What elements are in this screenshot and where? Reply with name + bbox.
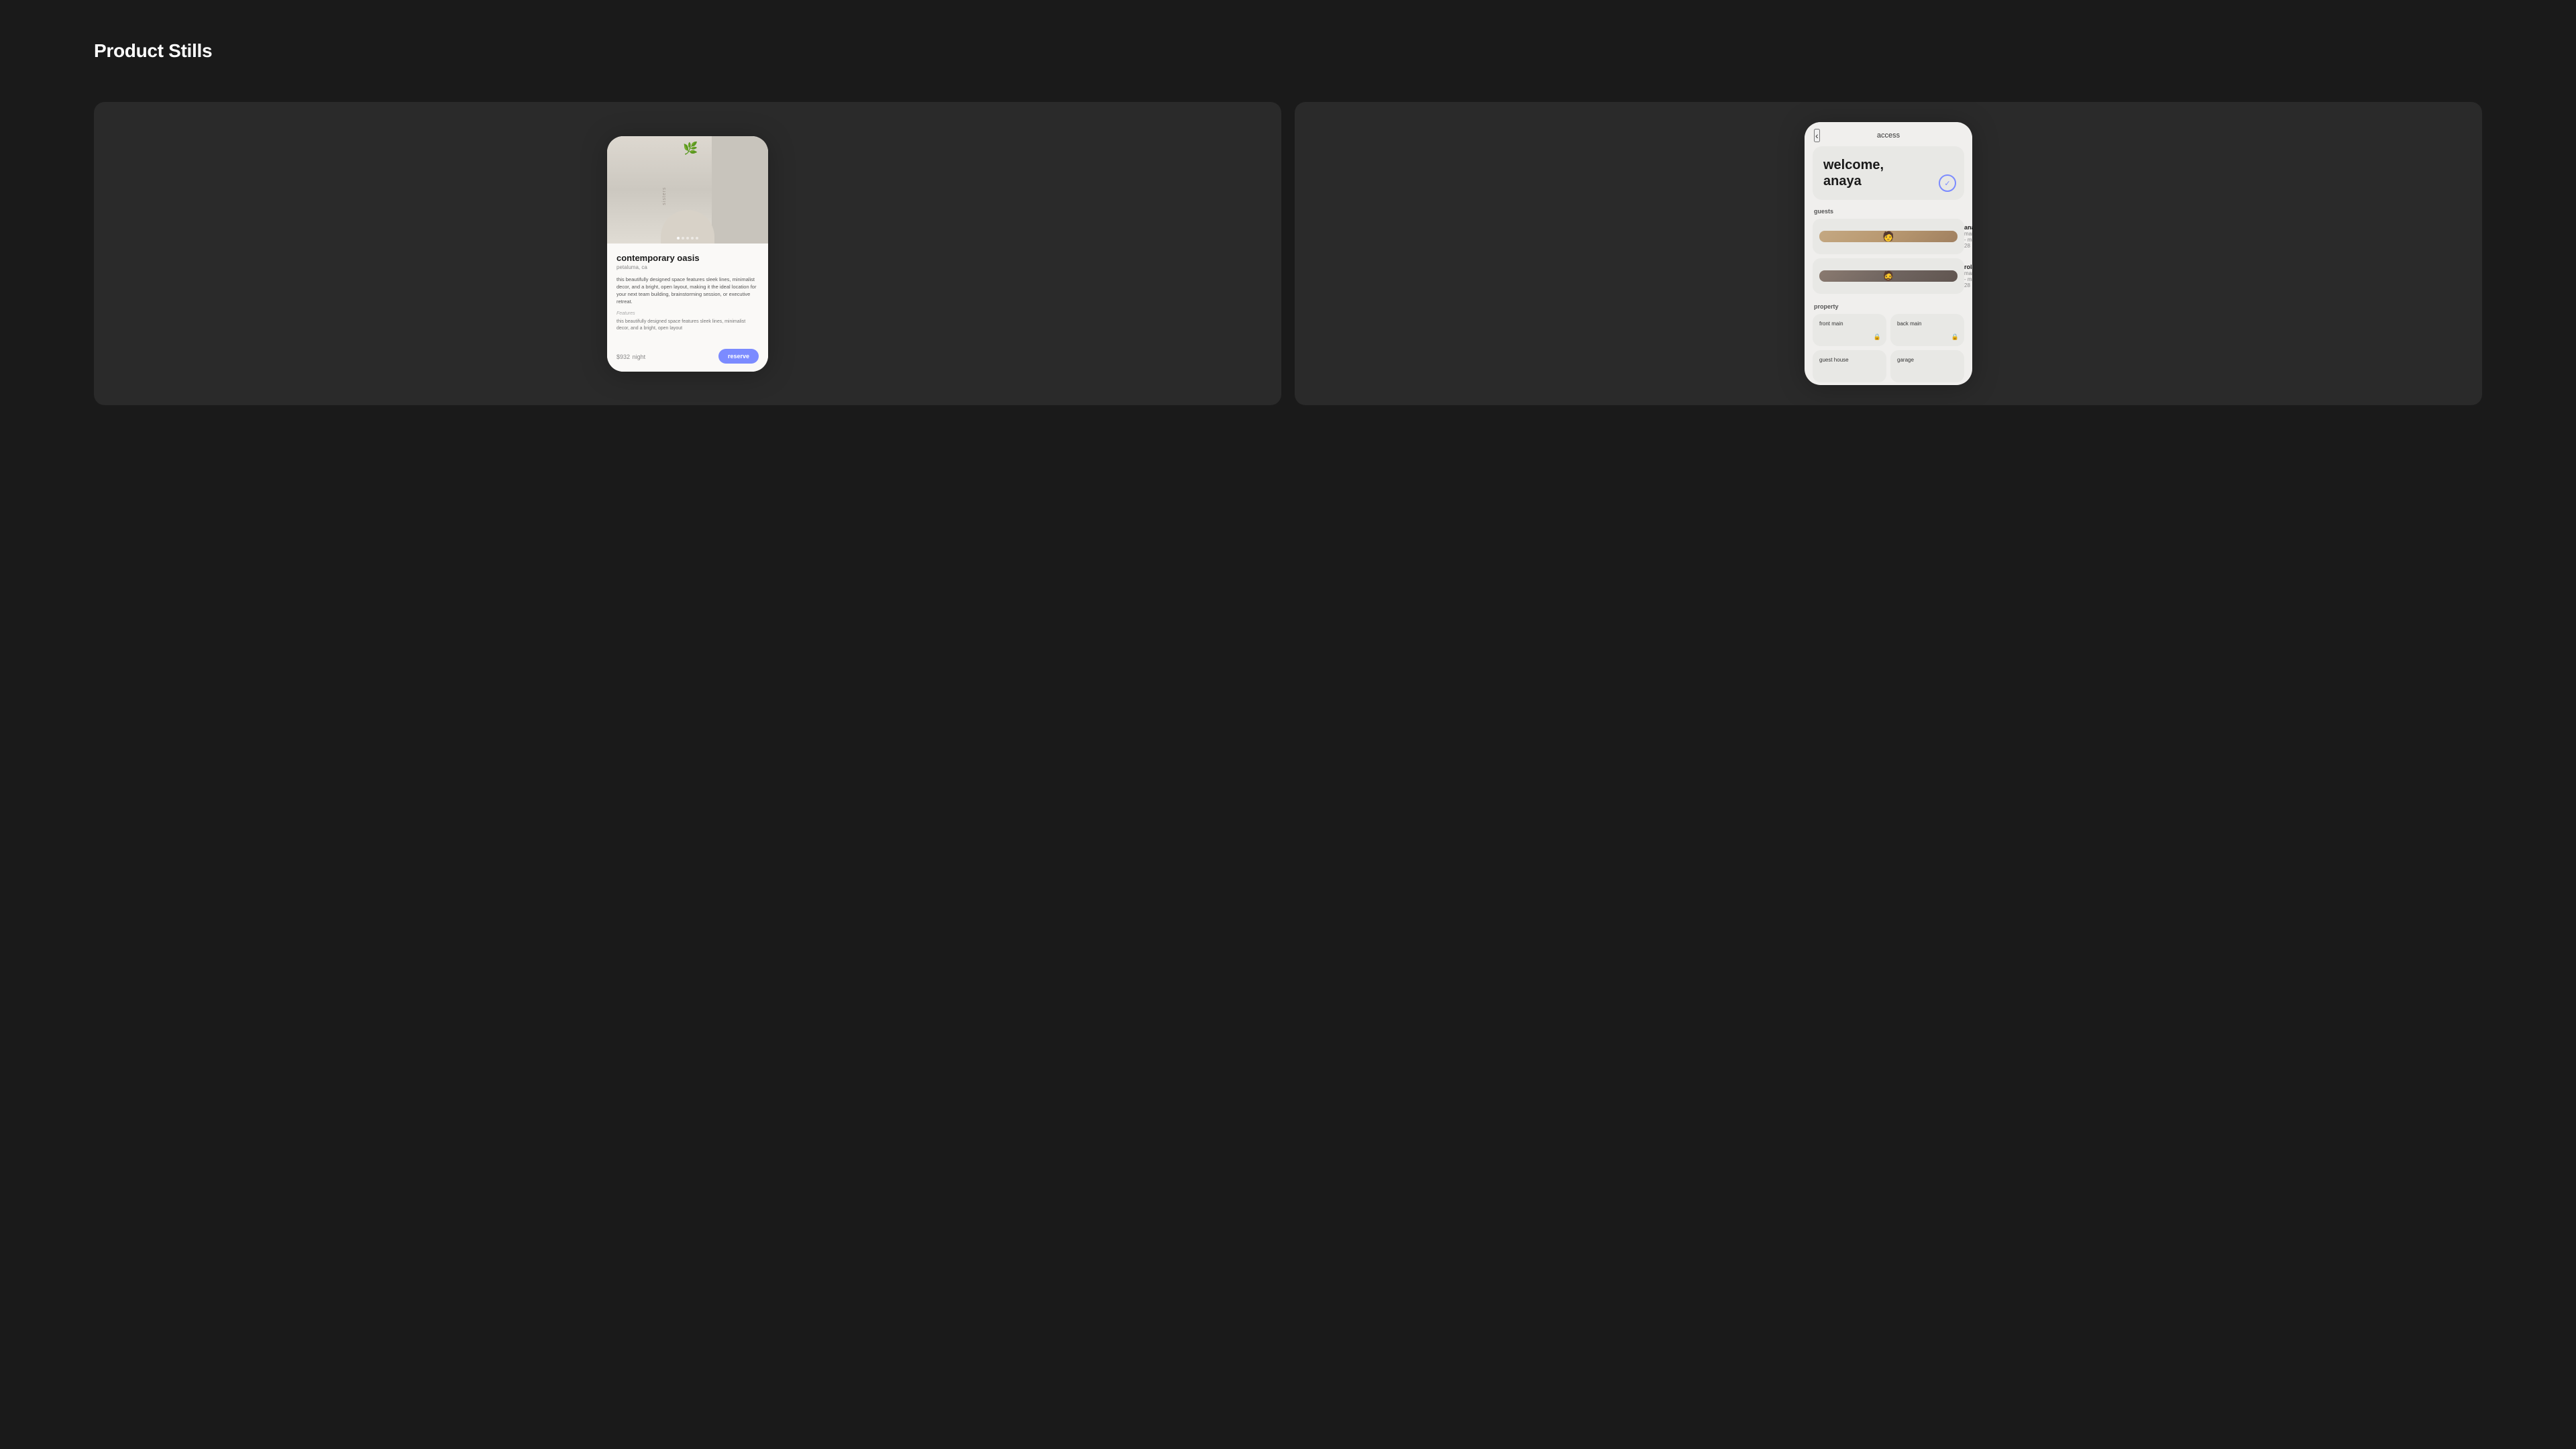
page-title: Product Stills [94, 40, 2482, 62]
price-unit: night [633, 354, 646, 360]
card-content: contemporary oasis petaluma, ca this bea… [607, 244, 768, 342]
card-description: this beautifully designed space features… [616, 276, 759, 306]
left-mobile-card: 🌿 sisters contemporary oasis petaluma, c… [607, 136, 768, 372]
property-back-main[interactable]: back main 🔒 [1890, 314, 1964, 346]
welcome-section: welcome, anaya ✓ [1813, 146, 1964, 200]
access-title: access [1877, 131, 1900, 140]
property-section: property front main 🔒 back main 🔒 guest … [1805, 298, 1972, 385]
avatar-anaya-icon: 🧑 [1882, 231, 1894, 242]
card-footer: $932 night reserve [607, 342, 768, 372]
cards-container: 🌿 sisters contemporary oasis petaluma, c… [94, 102, 2482, 405]
avatar-roland-icon: 🧔 [1882, 270, 1894, 282]
image-carousel-dots [677, 237, 698, 239]
property-guest-house[interactable]: guest house [1813, 350, 1886, 382]
guest-info-roland: roland mar 13 - mar 28 [1964, 264, 1972, 288]
dot-5[interactable] [696, 237, 698, 239]
features-text: this beautifully designed space features… [616, 319, 759, 333]
dot-1[interactable] [677, 237, 680, 239]
guest-info-anaya: anaya mar 13 - mar 28 [1964, 224, 1972, 249]
access-header: ‹ access [1805, 122, 1972, 146]
welcome-heading: welcome, anaya [1823, 157, 1953, 189]
card-image: 🌿 sisters [607, 136, 768, 244]
check-circle-icon[interactable]: ✓ [1939, 174, 1956, 192]
property-garage[interactable]: garage [1890, 350, 1964, 382]
price-value: $932 [616, 354, 630, 360]
property-garage-label: garage [1897, 357, 1957, 363]
features-label: Features [616, 311, 759, 316]
avatar-anaya: 🧑 [1819, 231, 1957, 242]
back-button[interactable]: ‹ [1814, 129, 1820, 142]
right-panel: ‹ access welcome, anaya ✓ guests 🧑 [1295, 102, 2482, 405]
guest-dates-anaya: mar 13 - mar 28 [1964, 231, 1972, 249]
property-front-main[interactable]: front main 🔒 [1813, 314, 1886, 346]
left-panel: 🌿 sisters contemporary oasis petaluma, c… [94, 102, 1281, 405]
lock-icon-back-main: 🔒 [1951, 333, 1959, 341]
card-location: petaluma, ca [616, 264, 759, 270]
card-price: $932 night [616, 351, 645, 361]
guests-label: guests [1805, 208, 1972, 215]
property-front-main-label: front main [1819, 321, 1880, 327]
dot-2[interactable] [682, 237, 684, 239]
guest-name-roland: roland [1964, 264, 1972, 270]
guest-dates-roland: mar 13 - mar 28 [1964, 270, 1972, 288]
property-label: property [1805, 303, 1972, 310]
card-title: contemporary oasis [616, 253, 759, 263]
plant-icon: 🌿 [683, 142, 698, 156]
property-guest-house-label: guest house [1819, 357, 1880, 363]
reserve-button[interactable]: reserve [718, 349, 759, 364]
property-grid: front main 🔒 back main 🔒 guest house gar… [1805, 314, 1972, 382]
lock-icon-front-main: 🔒 [1874, 333, 1881, 341]
room-wall [712, 136, 768, 244]
property-back-main-label: back main [1897, 321, 1957, 327]
access-card: ‹ access welcome, anaya ✓ guests 🧑 [1805, 122, 1972, 385]
guest-name-anaya: anaya [1964, 224, 1972, 231]
dot-4[interactable] [691, 237, 694, 239]
dot-3[interactable] [686, 237, 689, 239]
guest-item-roland[interactable]: 🧔 roland mar 13 - mar 28 [1813, 258, 1964, 294]
sisters-label: sisters [662, 186, 667, 205]
guest-item-anaya[interactable]: 🧑 anaya mar 13 - mar 28 [1813, 219, 1964, 254]
avatar-roland: 🧔 [1819, 270, 1957, 282]
